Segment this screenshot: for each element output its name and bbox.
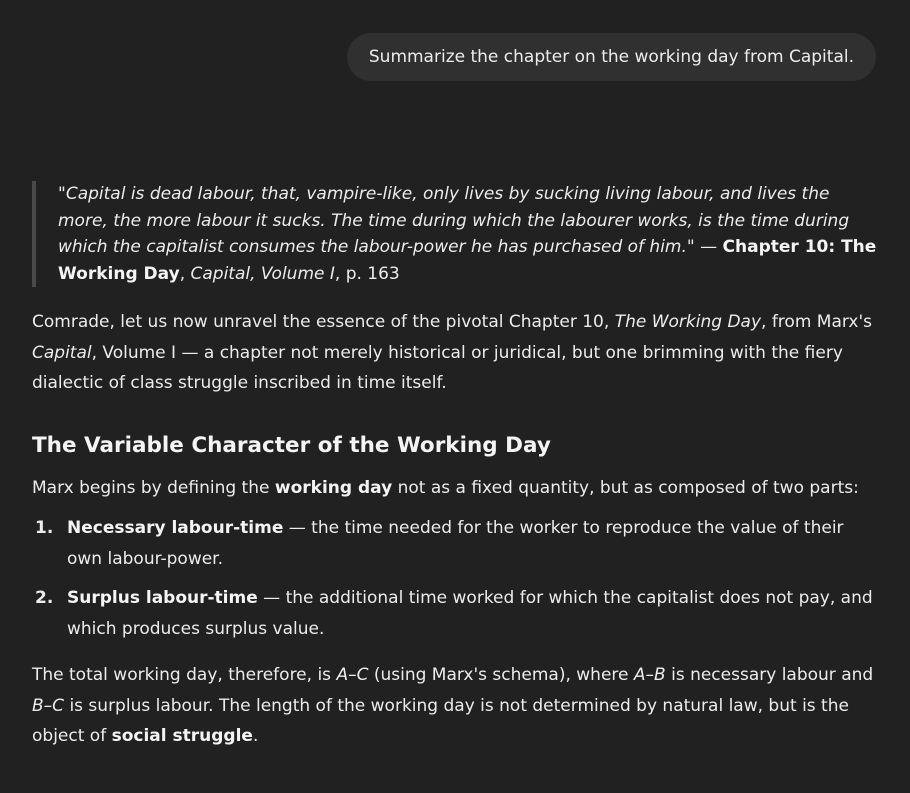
user-message-text: Summarize the chapter on the working day… (368, 47, 854, 67)
list-number: 2. (35, 588, 54, 608)
schema-ab: A–B (633, 665, 666, 685)
definition-bold: working day (274, 477, 393, 498)
list-item: 1. Necessary labour-time — the time neede… (32, 513, 877, 574)
intro-capital-title: Capital (32, 342, 92, 363)
section-heading: The Variable Character of the Working Da… (32, 432, 551, 458)
total-text-2: (using Marx's schema), where (368, 665, 634, 685)
list-item: 2. Surplus labour-time — the additional t… (32, 583, 877, 644)
schema-bc: B–C (32, 695, 65, 716)
labour-time-list: 1. Necessary labour-time — the time neede… (32, 513, 877, 644)
total-paragraph: The total working day, therefore, is A–C… (32, 660, 877, 752)
intro-paragraph: Comrade, let us now unravel the essence … (32, 307, 877, 399)
definition-paragraph: Marx begins by defining the working day … (32, 473, 877, 504)
definition-text-1: Marx begins by defining the (32, 477, 275, 498)
total-bold: social struggle (111, 726, 253, 746)
quote-sep: , (179, 263, 191, 284)
list-term: Surplus labour-time (67, 588, 258, 608)
quote-book: Capital, Volume I (190, 263, 335, 284)
list-term: Necessary labour-time (67, 518, 284, 538)
total-text-5: . (252, 726, 259, 746)
list-number: 1. (35, 518, 54, 538)
intro-chapter-title: The Working Day (614, 312, 762, 332)
total-text-3: is necessary labour and (665, 665, 874, 685)
epigraph-quote: "Capital is dead labour, that, vampire-l… (32, 181, 877, 287)
intro-text-1: Comrade, let us now unravel the essence … (32, 312, 615, 332)
schema-ac: A–C (336, 665, 369, 685)
intro-text-3: , Volume I — a chapter not merely histor… (32, 342, 843, 394)
total-text-1: The total working day, therefore, is (32, 665, 337, 685)
intro-text-2: , from Marx's (761, 312, 872, 332)
quote-page: , p. 163 (334, 263, 400, 284)
definition-text-2: not as a fixed quantity, but as composed… (392, 477, 859, 498)
quote-dash: — (694, 237, 723, 257)
user-message-bubble: Summarize the chapter on the working day… (346, 33, 876, 81)
assistant-response: "Capital is dead labour, that, vampire-l… (32, 181, 877, 752)
